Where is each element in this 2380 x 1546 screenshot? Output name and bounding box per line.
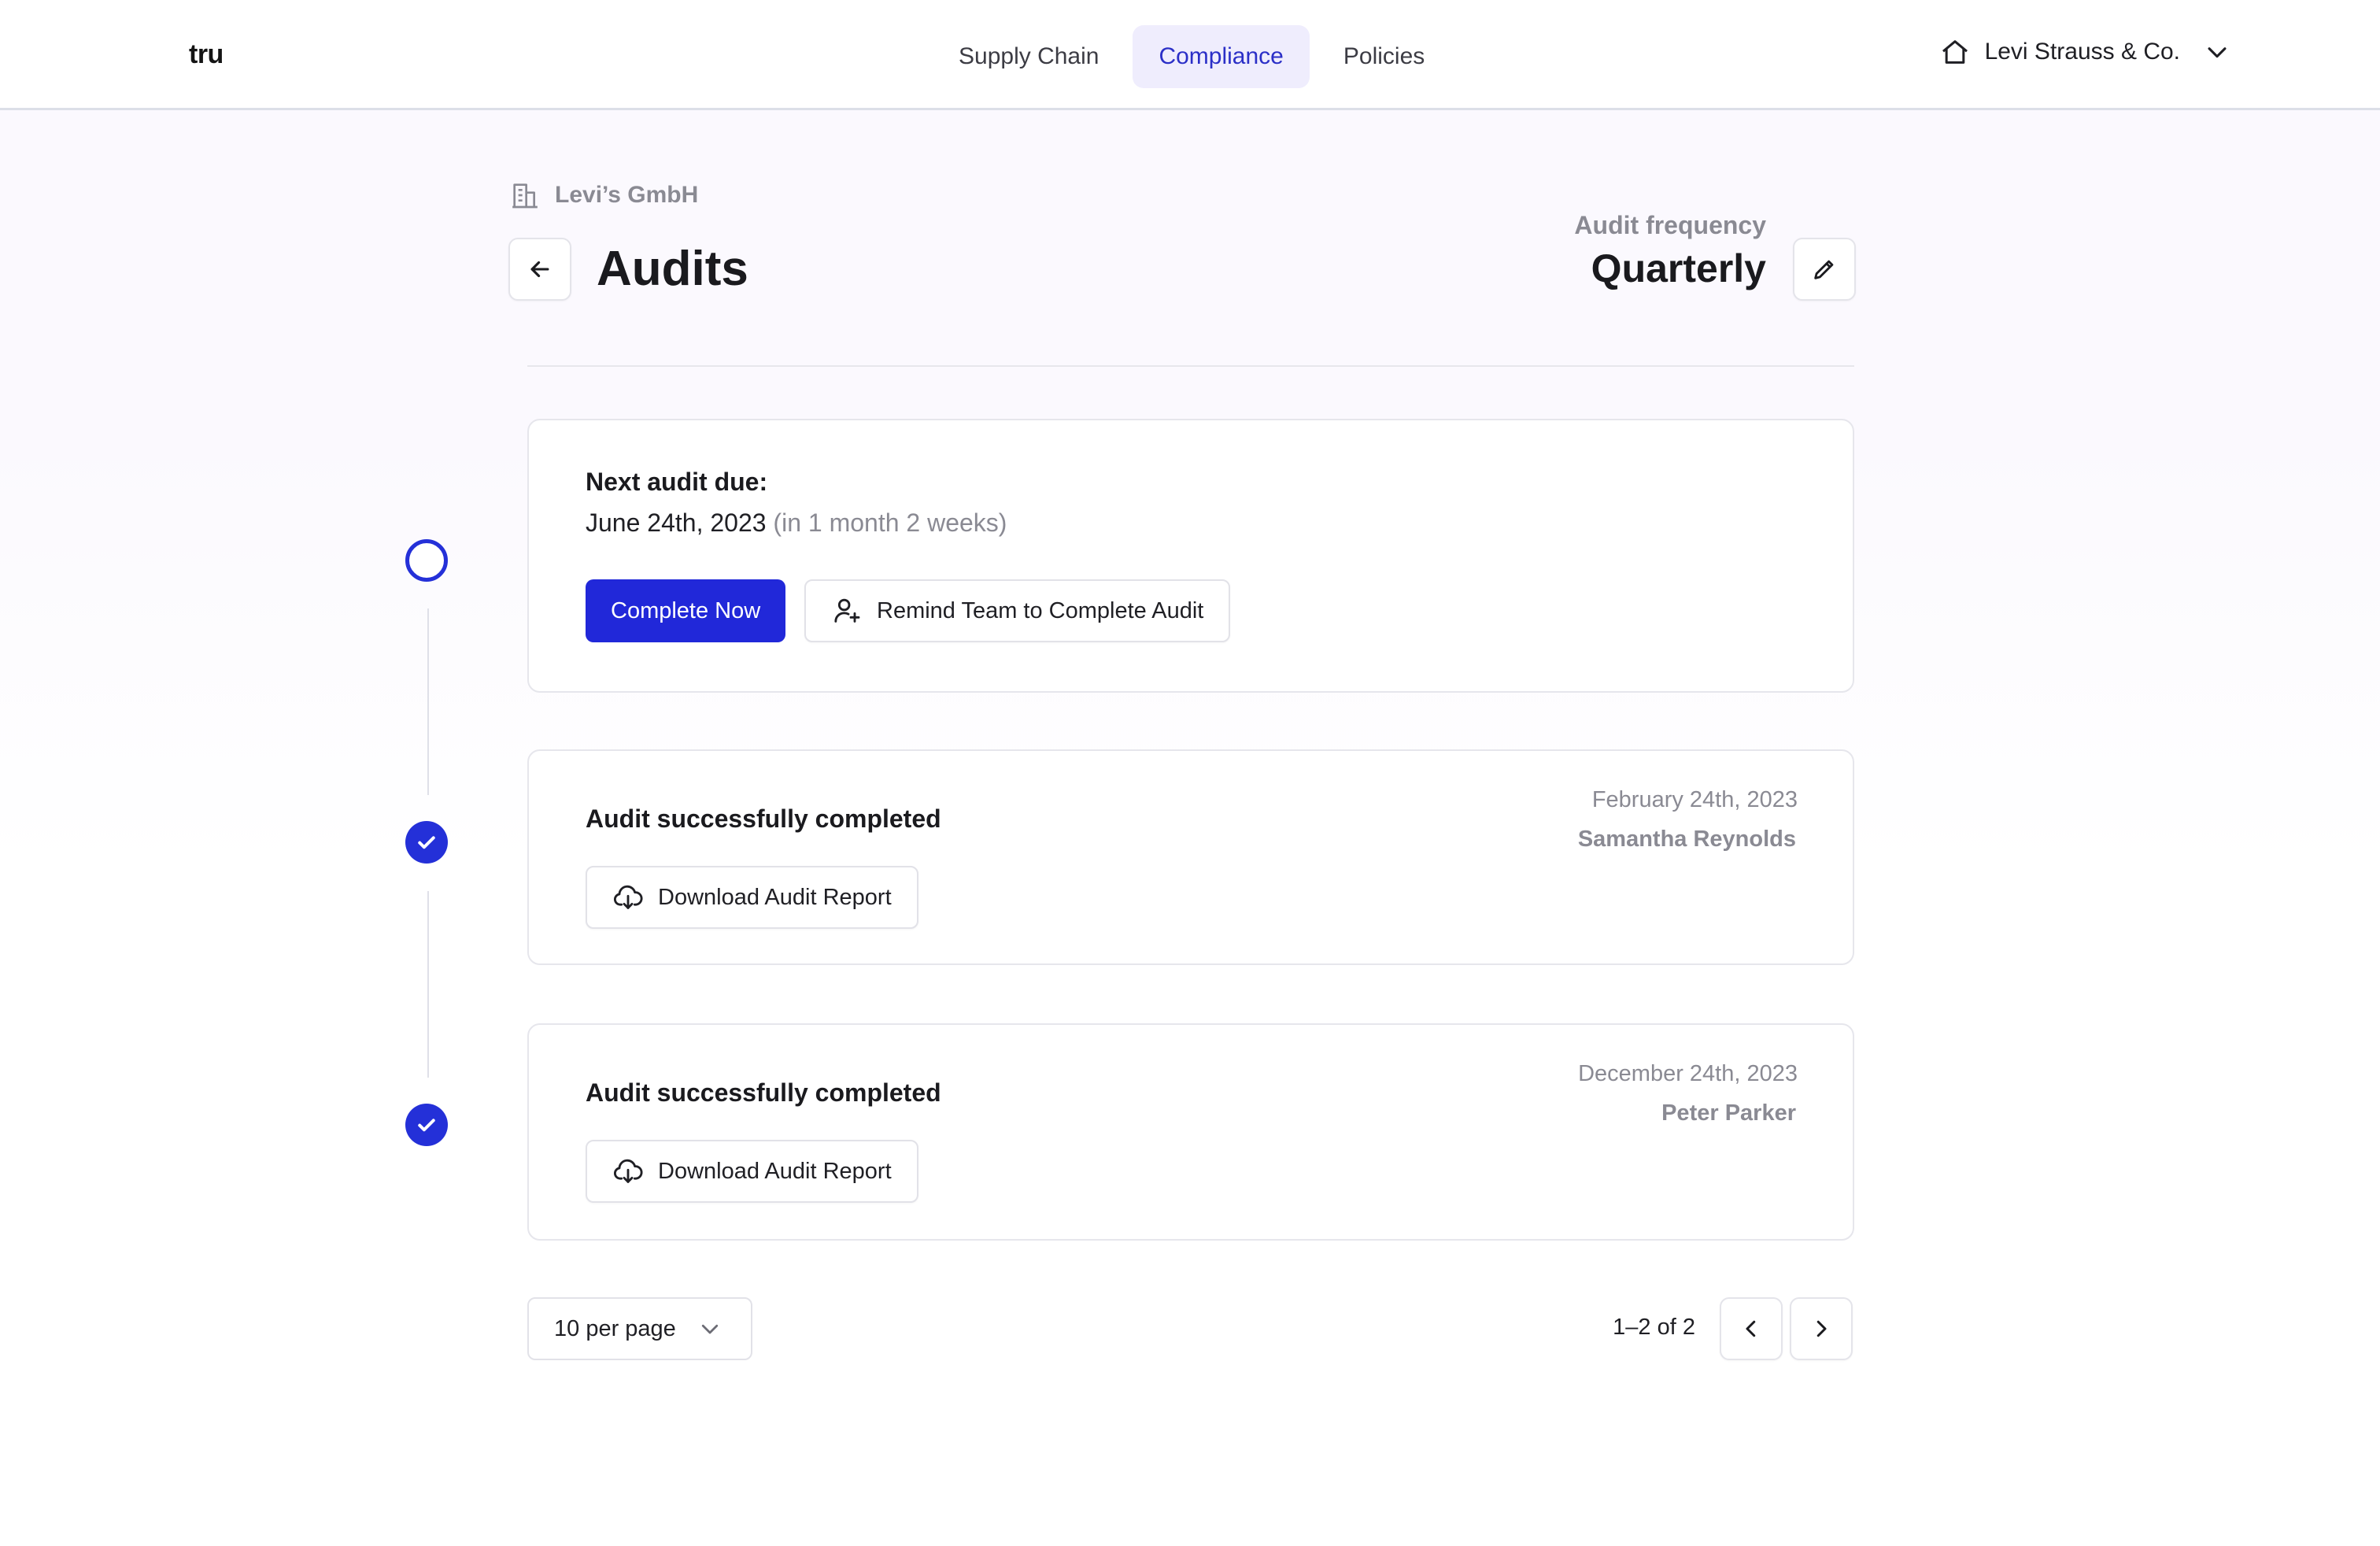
per-page-select[interactable]: 10 per page [527, 1297, 752, 1360]
check-icon [415, 1113, 438, 1137]
timeline-connector [427, 608, 429, 795]
organization-name: Levi Strauss & Co. [1984, 39, 2180, 65]
home-icon [1939, 36, 1971, 68]
remind-team-label: Remind Team to Complete Audit [877, 597, 1204, 623]
header-divider [527, 365, 1854, 367]
download-audit-report-button[interactable]: Download Audit Report [586, 866, 918, 929]
check-icon [415, 830, 438, 854]
user-plus-icon [831, 595, 863, 627]
download-audit-report-label: Download Audit Report [658, 884, 892, 910]
next-audit-date-line: June 24th, 2023 (in 1 month 2 weeks) [586, 509, 1007, 538]
chevron-down-icon [698, 1317, 722, 1341]
audit-frequency-label: Audit frequency [1574, 211, 1766, 239]
remind-team-button[interactable]: Remind Team to Complete Audit [804, 579, 1231, 642]
download-audit-report-button[interactable]: Download Audit Report [586, 1140, 918, 1203]
next-audit-relative: (in 1 month 2 weeks) [773, 509, 1007, 537]
per-page-value: 10 per page [554, 1315, 676, 1341]
previous-page-button[interactable] [1720, 1297, 1783, 1360]
chevron-right-icon [1809, 1317, 1833, 1341]
audit-completed-by: Samantha Reynolds [1577, 827, 1796, 852]
app-logo[interactable]: tru [189, 39, 224, 70]
edit-frequency-button[interactable] [1793, 238, 1856, 301]
timeline-node-completed [405, 1104, 448, 1146]
audit-status-title: Audit successfully completed [586, 804, 941, 833]
audit-completed-date: December 24th, 2023 [1578, 1061, 1798, 1086]
breadcrumb-entity: Levi’s GmbH [555, 182, 699, 208]
audit-completed-by: Peter Parker [1661, 1100, 1796, 1126]
audit-status-title: Audit successfully completed [586, 1078, 941, 1107]
chevron-down-icon [2204, 39, 2230, 65]
main-nav-tabs: Supply Chain Compliance Policies [933, 25, 1451, 88]
completed-audit-card: Audit successfully completed February 24… [527, 749, 1854, 965]
next-audit-date: June 24th, 2023 [586, 509, 767, 537]
download-audit-report-label: Download Audit Report [658, 1158, 892, 1184]
arrow-left-icon [527, 256, 553, 283]
nav-tab-supply-chain[interactable]: Supply Chain [933, 25, 1125, 88]
pencil-icon [1811, 256, 1838, 283]
next-audit-card: Next audit due: June 24th, 2023 (in 1 mo… [527, 419, 1854, 693]
next-page-button[interactable] [1790, 1297, 1853, 1360]
complete-now-button[interactable]: Complete Now [586, 579, 786, 642]
chevron-left-icon [1739, 1317, 1763, 1341]
top-navigation-bar: tru Supply Chain Compliance Policies Lev… [0, 0, 2380, 110]
audit-completed-date: February 24th, 2023 [1591, 787, 1798, 812]
completed-audit-card: Audit successfully completed December 24… [527, 1023, 1854, 1241]
timeline-connector [427, 891, 429, 1078]
timeline-node-completed [405, 821, 448, 864]
back-button[interactable] [508, 238, 571, 301]
nav-tab-policies[interactable]: Policies [1318, 25, 1451, 88]
next-audit-label: Next audit due: [586, 468, 768, 496]
timeline-node-pending [405, 539, 448, 582]
cloud-download-icon [612, 1156, 644, 1187]
organization-switcher[interactable]: Levi Strauss & Co. [1939, 36, 2230, 68]
building-icon [509, 179, 541, 211]
nav-tab-compliance[interactable]: Compliance [1133, 25, 1310, 88]
cloud-download-icon [612, 882, 644, 913]
pagination-range: 1–2 of 2 [1613, 1315, 1695, 1340]
audit-frequency-value: Quarterly [1591, 246, 1766, 290]
page-title: Audits [597, 242, 748, 296]
breadcrumb[interactable]: Levi’s GmbH [509, 179, 698, 211]
